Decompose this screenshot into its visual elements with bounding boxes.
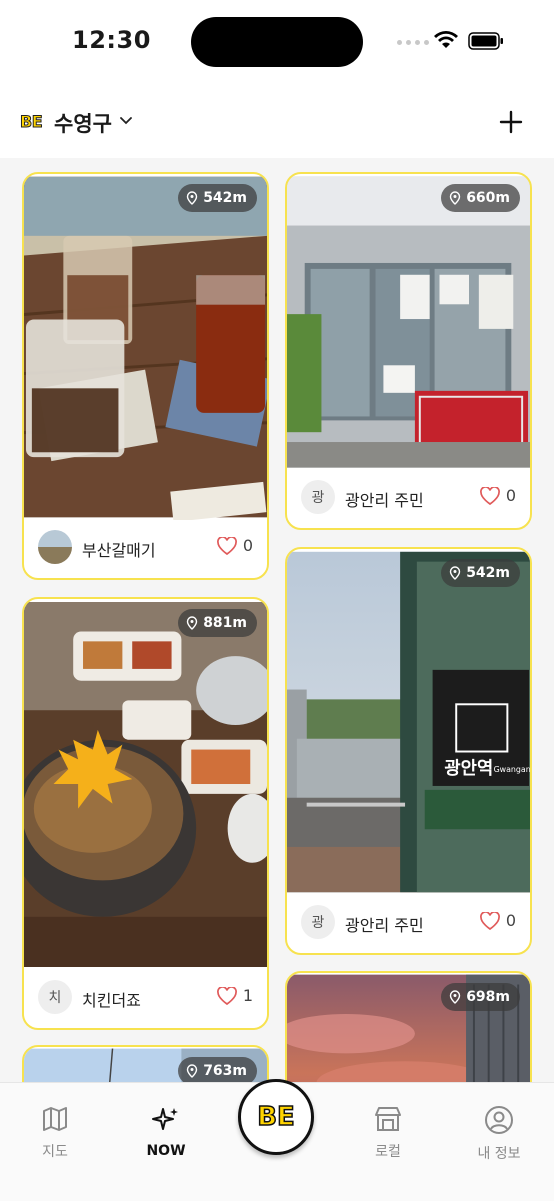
status-bar: 12:30	[0, 0, 554, 90]
brand-logo: BE	[19, 112, 43, 132]
distance-badge: 881m	[178, 609, 257, 637]
username[interactable]: 부산갈매기	[82, 537, 156, 561]
signal-icon	[397, 40, 429, 45]
post-card[interactable]: 763m	[22, 1045, 269, 1082]
bottom-nav: 지도 NOW BE 로컬 내 정보	[0, 1079, 554, 1201]
district-selector[interactable]: 수영구	[54, 108, 112, 138]
status-time: 12:30	[72, 26, 151, 54]
heart-icon	[479, 486, 500, 505]
be-button-label: BE	[256, 1101, 295, 1133]
user-icon	[485, 1106, 513, 1134]
battery-icon	[468, 32, 503, 50]
post-photo: 광안역 Gwangan St	[287, 551, 530, 893]
sparkles-icon	[152, 1108, 178, 1130]
like-count: 1	[242, 986, 253, 1005]
post-photo	[24, 176, 267, 520]
post-footer: 치 치킨더죠 1	[24, 968, 267, 1028]
distance-text: 698m	[466, 989, 510, 1005]
like-count: 0	[505, 486, 516, 505]
like-button[interactable]: 0	[216, 536, 253, 555]
be-button[interactable]: BE	[238, 1079, 314, 1155]
distance-badge: 542m	[441, 559, 520, 587]
nav-map-label: 지도	[42, 1144, 68, 1160]
like-button[interactable]: 1	[216, 986, 253, 1005]
avatar[interactable]	[38, 530, 72, 564]
distance-text: 542m	[466, 565, 510, 581]
add-post-button[interactable]	[499, 110, 523, 134]
nav-local-label: 로컬	[375, 1144, 401, 1160]
heart-icon	[216, 986, 237, 1005]
store-icon	[375, 1107, 401, 1131]
distance-badge: 660m	[441, 184, 520, 212]
location-pin-icon	[186, 616, 198, 630]
nav-local[interactable]: 로컬	[348, 1105, 428, 1161]
heart-icon	[216, 536, 237, 555]
like-button[interactable]: 0	[479, 911, 516, 930]
username[interactable]: 치킨더죠	[82, 987, 141, 1011]
location-pin-icon	[449, 191, 461, 205]
wifi-icon	[434, 31, 458, 48]
post-card[interactable]: 881m 치 치킨더죠 1	[22, 597, 269, 1030]
nav-now-label: NOW	[146, 1143, 186, 1159]
distance-text: 763m	[203, 1063, 247, 1079]
post-photo	[24, 602, 267, 967]
distance-badge: 763m	[178, 1057, 257, 1082]
avatar[interactable]: 광	[301, 480, 335, 514]
post-card[interactable]: 광안역 Gwangan St 542m 광 광안리 주민 0	[285, 547, 532, 955]
map-icon	[43, 1107, 67, 1131]
post-card[interactable]: 660m 광 광안리 주민 0	[285, 172, 532, 530]
like-count: 0	[505, 911, 516, 930]
distance-badge: 542m	[178, 184, 257, 212]
distance-text: 881m	[203, 615, 247, 631]
like-count: 0	[242, 536, 253, 555]
location-pin-icon	[186, 1064, 198, 1078]
station-sign-text: 광안역	[444, 758, 493, 779]
username[interactable]: 광안리 주민	[345, 912, 424, 936]
nav-my-info-label: 내 정보	[477, 1146, 521, 1162]
chevron-down-icon[interactable]	[119, 114, 133, 128]
nav-my-info[interactable]: 내 정보	[459, 1105, 539, 1163]
post-card[interactable]: 698m	[285, 971, 532, 1082]
station-sign-subtext: Gwangan St	[494, 765, 530, 774]
nav-now[interactable]: NOW	[126, 1105, 206, 1159]
location-pin-icon	[449, 566, 461, 580]
post-card[interactable]: 542m 부산갈매기 0	[22, 172, 269, 580]
avatar[interactable]: 광	[301, 905, 335, 939]
post-footer: 광 광안리 주민 0	[287, 893, 530, 953]
post-photo	[287, 176, 530, 468]
post-feed[interactable]: 542m 부산갈매기 0 660m 광 광안리 주민 0 881m 치 치킨더죠…	[0, 158, 554, 1082]
post-footer: 부산갈매기 0	[24, 518, 267, 578]
location-pin-icon	[449, 990, 461, 1004]
nav-map[interactable]: 지도	[15, 1105, 95, 1161]
like-button[interactable]: 0	[479, 486, 516, 505]
location-pin-icon	[186, 191, 198, 205]
post-footer: 광 광안리 주민 0	[287, 468, 530, 528]
distance-text: 660m	[466, 190, 510, 206]
top-header: BE 수영구	[0, 90, 554, 158]
distance-badge: 698m	[441, 983, 520, 1011]
dynamic-island	[191, 17, 363, 67]
distance-text: 542m	[203, 190, 247, 206]
heart-icon	[479, 911, 500, 930]
username[interactable]: 광안리 주민	[345, 487, 424, 511]
avatar[interactable]: 치	[38, 980, 72, 1014]
